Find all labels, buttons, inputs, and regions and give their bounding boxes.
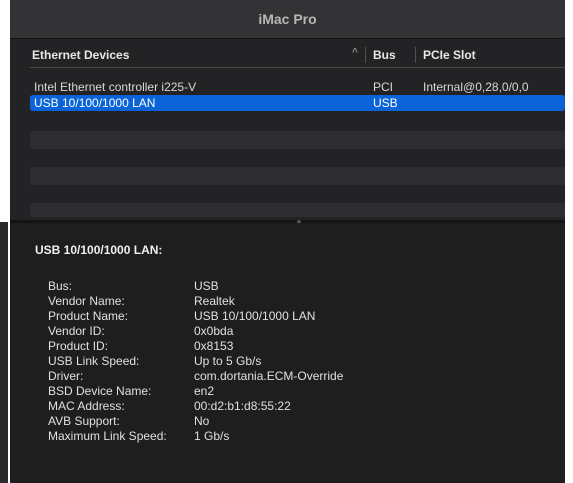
device-name-cell: USB 10/100/1000 LAN	[34, 96, 156, 110]
property-key: BSD Device Name:	[48, 384, 152, 398]
pcie-slot-cell: Internal@0,28,0/0,0	[423, 80, 529, 94]
property-key: MAC Address:	[48, 399, 125, 413]
property-value: Up to 5 Gb/s	[194, 354, 262, 368]
property-key: Vendor ID:	[48, 324, 105, 338]
list-header: Ethernet Devices ^ Bus PCIe Slot	[30, 43, 565, 68]
property-row: USB Link Speed: Up to 5 Gb/s	[48, 354, 548, 369]
property-key: Product Name:	[48, 309, 129, 323]
empty-row-stripe	[30, 131, 565, 149]
property-value: USB	[194, 279, 219, 293]
column-header-ethernet-devices[interactable]: Ethernet Devices	[32, 48, 129, 62]
property-row: Maximum Link Speed: 1 Gb/s	[48, 429, 548, 444]
property-value: com.dortania.ECM-Override	[194, 369, 344, 383]
property-key: USB Link Speed:	[48, 354, 140, 368]
property-key: AVB Support:	[48, 414, 120, 428]
table-row-selected[interactable]: USB 10/100/1000 LAN USB	[30, 95, 565, 111]
property-key: Bus:	[48, 279, 73, 293]
property-key: Maximum Link Speed:	[48, 429, 167, 443]
screenshot-root: iMac Pro Ethernet Devices ^ Bus PCIe Slo…	[0, 0, 573, 483]
property-value: Realtek	[194, 294, 235, 308]
window-titlebar[interactable]: iMac Pro	[10, 0, 565, 39]
property-value: 00:d2:b1:d8:55:22	[194, 399, 291, 413]
device-name-cell: Intel Ethernet controller i225-V	[34, 80, 197, 94]
sort-ascending-icon[interactable]: ^	[352, 47, 358, 58]
right-background-strip	[565, 0, 573, 483]
property-value: en2	[194, 384, 215, 398]
left-window-edge	[0, 222, 8, 483]
property-row: MAC Address: 00:d2:b1:d8:55:22	[48, 399, 548, 414]
property-row: Product Name: USB 10/100/1000 LAN	[48, 309, 548, 324]
column-header-bus[interactable]: Bus	[373, 48, 396, 62]
property-row: Vendor Name: Realtek	[48, 294, 548, 309]
property-key: Product ID:	[48, 339, 109, 353]
ethernet-device-list: Ethernet Devices ^ Bus PCIe Slot Intel E…	[10, 39, 565, 220]
device-detail-pane: USB 10/100/1000 LAN: Bus: USB Vendor Nam…	[10, 223, 565, 483]
empty-row-stripe	[30, 203, 565, 217]
property-value: 1 Gb/s	[194, 429, 230, 443]
property-value: USB 10/100/1000 LAN	[194, 309, 316, 323]
bus-cell: PCI	[373, 80, 394, 94]
table-row[interactable]: Intel Ethernet controller i225-V PCI Int…	[30, 79, 565, 95]
property-row: Bus: USB	[48, 279, 548, 294]
property-value: 0x8153	[194, 339, 234, 353]
bus-cell: USB	[373, 96, 398, 110]
system-information-window: iMac Pro Ethernet Devices ^ Bus PCIe Slo…	[10, 0, 565, 483]
property-row: Product ID: 0x8153	[48, 339, 548, 354]
column-separator[interactable]	[415, 47, 416, 63]
property-row: Vendor ID: 0x0bda	[48, 324, 548, 339]
property-key: Vendor Name:	[48, 294, 125, 308]
left-background-strip	[0, 0, 10, 483]
column-header-pcie-slot[interactable]: PCIe Slot	[423, 48, 476, 62]
column-separator[interactable]	[365, 47, 366, 63]
empty-row-stripe	[30, 167, 565, 185]
property-key: Driver:	[48, 369, 84, 383]
property-value: No	[194, 414, 210, 428]
property-value: 0x0bda	[194, 324, 234, 338]
property-row: BSD Device Name: en2	[48, 384, 548, 399]
property-row: Driver: com.dortania.ECM-Override	[48, 369, 548, 384]
detail-title: USB 10/100/1000 LAN:	[35, 243, 163, 257]
property-row: AVB Support: No	[48, 414, 548, 429]
